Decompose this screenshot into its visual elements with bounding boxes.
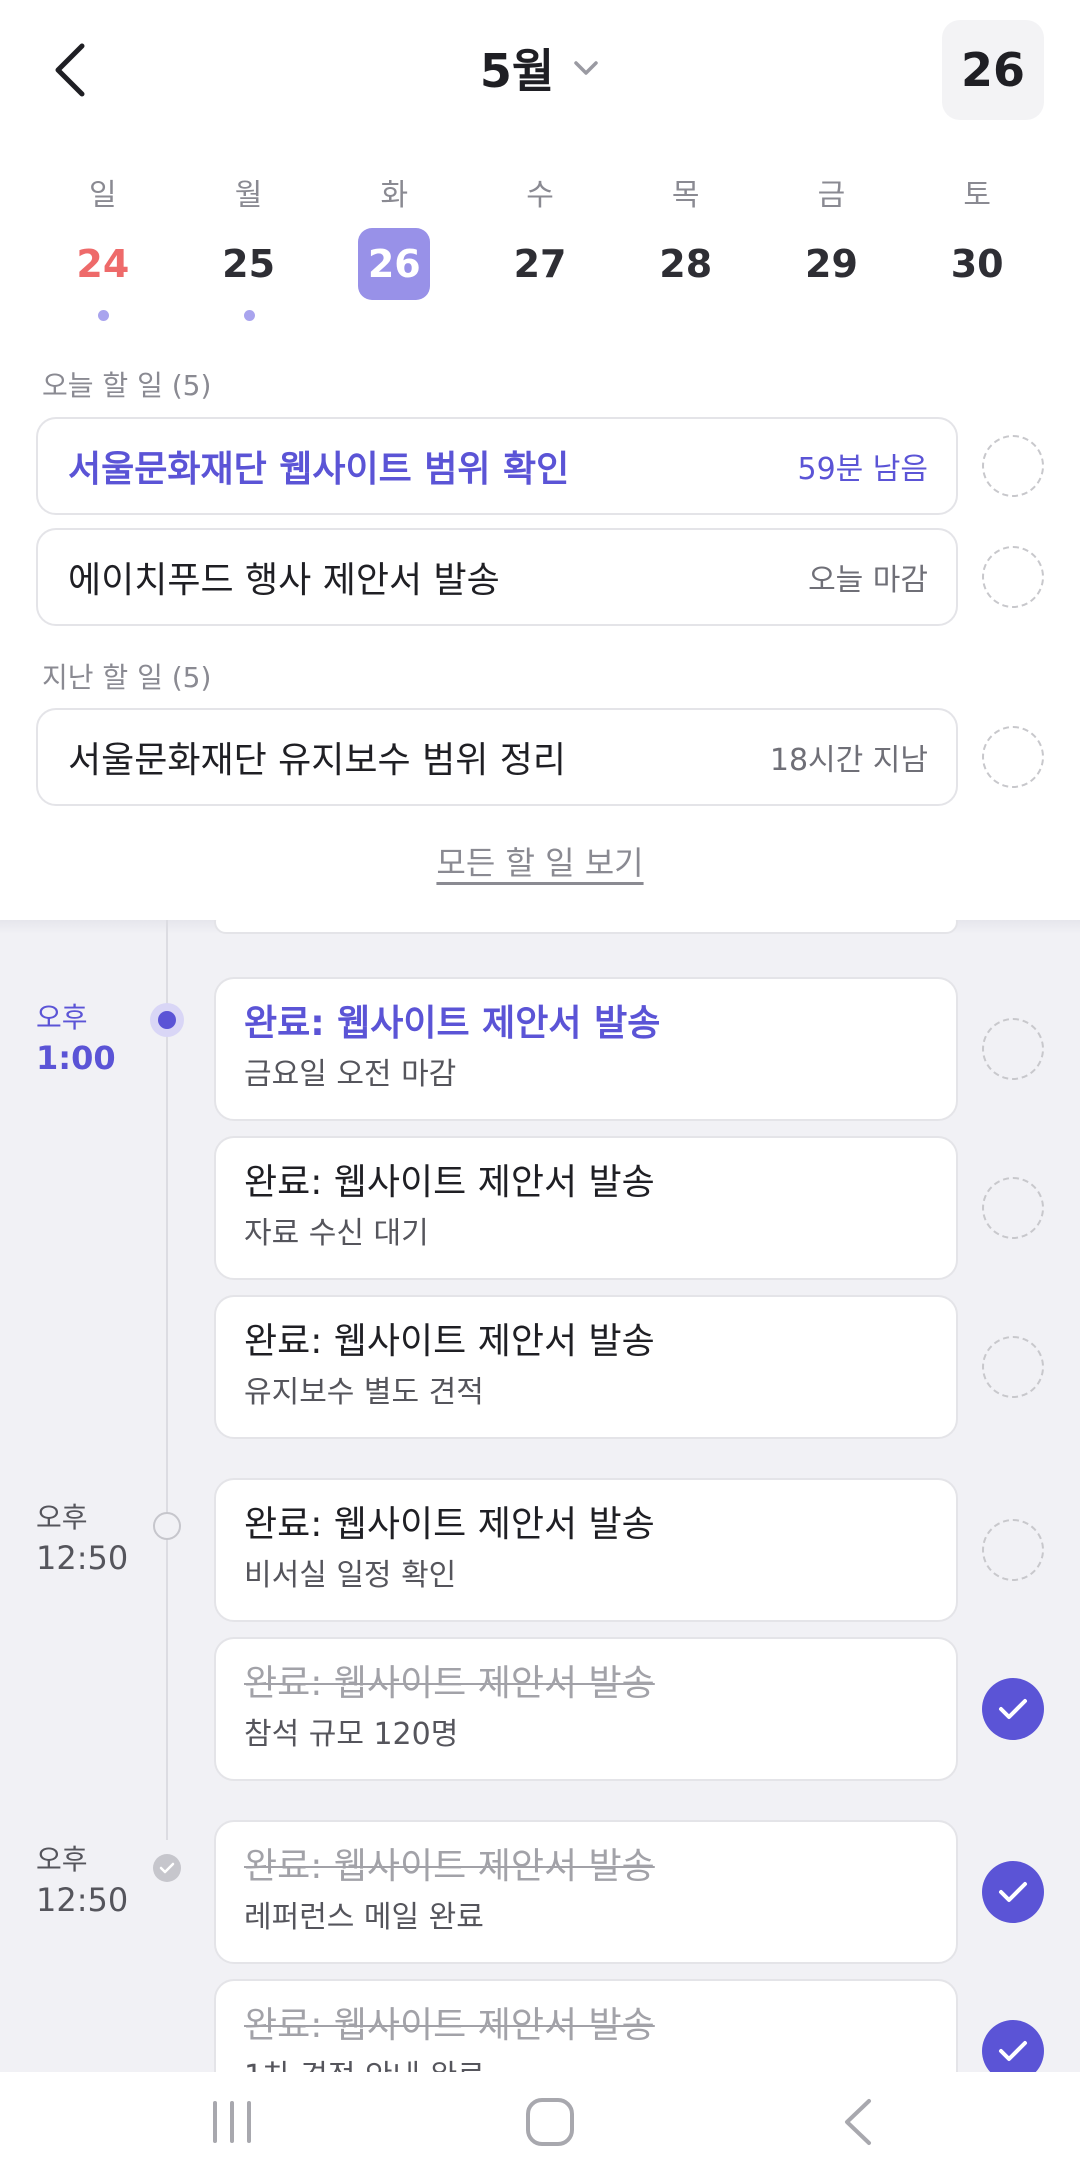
card-subtitle: 금요일 오전 마감 (244, 1057, 457, 1092)
month-label: 5월 (479, 44, 555, 98)
card-title: 완료: 웹사이트 제안서 발송 (244, 1003, 661, 1044)
card-subtitle: 비서실 일정 확인 (244, 1558, 457, 1593)
event-dot (243, 310, 255, 321)
day-number: 24 (76, 242, 130, 286)
time-label: 오후 1:00 (36, 1001, 116, 1077)
nav-back-button[interactable] (818, 2092, 898, 2152)
day-number: 27 (513, 242, 567, 286)
card-title: 완료: 웹사이트 제안서 발송 (244, 1321, 655, 1362)
timeline-node (153, 1512, 181, 1540)
system-nav-bar (0, 2072, 1080, 2168)
complete-toggle-checked[interactable] (982, 1678, 1044, 1740)
timeline-node-current (150, 1003, 184, 1037)
time-label: 오후 12:50 (36, 1501, 129, 1577)
day-thu[interactable]: 목 28 (613, 160, 759, 330)
recents-button[interactable] (192, 2092, 272, 2152)
card-subtitle: 참석 규모 120명 (244, 1717, 459, 1752)
day-sat[interactable]: 토 30 (904, 160, 1050, 330)
week-strip: 일 24 월 25 화 26 수 27 목 28 금 29 토 30 (30, 160, 1050, 330)
timeline-card[interactable]: 완료: 웹사이트 제안서 발송 1차 견적 안내 완료 (214, 1979, 958, 2072)
time-label: 오후 12:50 (36, 1843, 129, 1919)
timeline-line (166, 920, 168, 1840)
day-name: 수 (526, 178, 554, 213)
back-icon (845, 2099, 871, 2145)
check-icon (999, 1882, 1027, 1902)
timeline[interactable]: 오후 1:00 완료: 웹사이트 제안서 발송 금요일 오전 마감 완료: 웹사… (0, 920, 1080, 2072)
task-deadline: 오늘 마감 (808, 563, 928, 598)
chevron-left-icon (55, 43, 85, 97)
complete-toggle[interactable] (982, 1336, 1044, 1398)
timeline-card[interactable]: 완료: 웹사이트 제안서 발송 비서실 일정 확인 (214, 1478, 958, 1622)
today-section-label: 오늘 할 일 (5) (42, 369, 212, 402)
view-all-link-wrap: 모든 할 일 보기 (0, 838, 1080, 884)
timeline-card-partial (214, 920, 958, 934)
header: 5월 26 (0, 0, 1080, 140)
today-button[interactable]: 26 (942, 20, 1044, 120)
card-subtitle: 1차 견적 안내 완료 (244, 2055, 928, 2072)
day-wed[interactable]: 수 27 (467, 160, 613, 330)
day-sun[interactable]: 일 24 (30, 160, 176, 330)
task-title: 서울문화재단 유지보수 범위 정리 (68, 740, 567, 781)
card-title: 완료: 웹사이트 제안서 발송 (244, 1162, 655, 1203)
card-subtitle: 유지보수 별도 견적 (244, 1375, 484, 1410)
day-name: 월 (234, 178, 263, 213)
check-icon (159, 1862, 175, 1874)
today-label: 26 (960, 43, 1025, 97)
task-card[interactable]: 서울문화재단 웹사이트 범위 확인 59분 남음 (36, 417, 958, 515)
chevron-down-icon (574, 61, 598, 75)
card-title: 완료: 웹사이트 제안서 발송 (244, 1504, 655, 1545)
complete-toggle[interactable] (982, 435, 1044, 497)
home-button[interactable] (510, 2092, 590, 2152)
complete-toggle[interactable] (982, 546, 1044, 608)
day-name: 목 (671, 178, 700, 213)
complete-toggle-checked[interactable] (982, 1861, 1044, 1923)
timeline-node-done (153, 1854, 181, 1882)
back-button[interactable] (40, 30, 100, 110)
day-mon[interactable]: 월 25 (176, 160, 322, 330)
timeline-card[interactable]: 완료: 웹사이트 제안서 발송 금요일 오전 마감 (214, 977, 958, 1121)
complete-toggle[interactable] (982, 1177, 1044, 1239)
home-icon (526, 2098, 574, 2146)
day-name: 토 (963, 178, 991, 213)
card-subtitle: 자료 수신 대기 (244, 1216, 429, 1251)
month-selector[interactable]: 5월 (410, 36, 670, 100)
timeline-card[interactable]: 완료: 웹사이트 제안서 발송 레퍼런스 메일 완료 (214, 1820, 958, 1964)
view-all-link[interactable]: 모든 할 일 보기 (436, 844, 643, 882)
day-tue[interactable]: 화 26 (321, 160, 467, 330)
complete-toggle[interactable] (982, 726, 1044, 788)
task-title: 에이치푸드 행사 제안서 발송 (68, 560, 500, 601)
check-icon (999, 1699, 1027, 1719)
card-subtitle: 레퍼런스 메일 완료 (244, 1900, 484, 1935)
day-number: 25 (222, 242, 276, 286)
card-title: 완료: 웹사이트 제안서 발송 (244, 2005, 655, 2046)
day-number: 26 (367, 242, 421, 286)
complete-toggle-checked[interactable] (982, 2020, 1044, 2072)
task-card[interactable]: 에이치푸드 행사 제안서 발송 오늘 마감 (36, 528, 958, 626)
task-deadline: 18시간 지남 (769, 743, 928, 778)
task-title: 서울문화재단 웹사이트 범위 확인 (68, 449, 570, 490)
past-section-label: 지난 할 일 (5) (42, 661, 212, 694)
day-name: 화 (380, 178, 409, 213)
day-number: 28 (659, 242, 713, 286)
timeline-card[interactable]: 완료: 웹사이트 제안서 발송 자료 수신 대기 (214, 1136, 958, 1280)
day-name: 일 (89, 178, 117, 213)
complete-toggle[interactable] (982, 1519, 1044, 1581)
recents-icon (213, 2101, 251, 2143)
timeline-card[interactable]: 완료: 웹사이트 제안서 발송 유지보수 별도 견적 (214, 1295, 958, 1439)
day-fri[interactable]: 금 29 (759, 160, 905, 330)
card-title: 완료: 웹사이트 제안서 발송 (244, 1663, 655, 1704)
timeline-card[interactable]: 완료: 웹사이트 제안서 발송 참석 규모 120명 (214, 1637, 958, 1781)
day-name: 금 (817, 178, 846, 213)
event-dot (97, 310, 109, 321)
task-card[interactable]: 서울문화재단 유지보수 범위 정리 18시간 지남 (36, 708, 958, 806)
day-number: 29 (805, 242, 858, 286)
check-icon (999, 2041, 1027, 2061)
card-title: 완료: 웹사이트 제안서 발송 (244, 1846, 655, 1887)
day-number: 30 (950, 242, 1004, 286)
task-deadline: 59분 남음 (797, 452, 928, 487)
complete-toggle[interactable] (982, 1018, 1044, 1080)
